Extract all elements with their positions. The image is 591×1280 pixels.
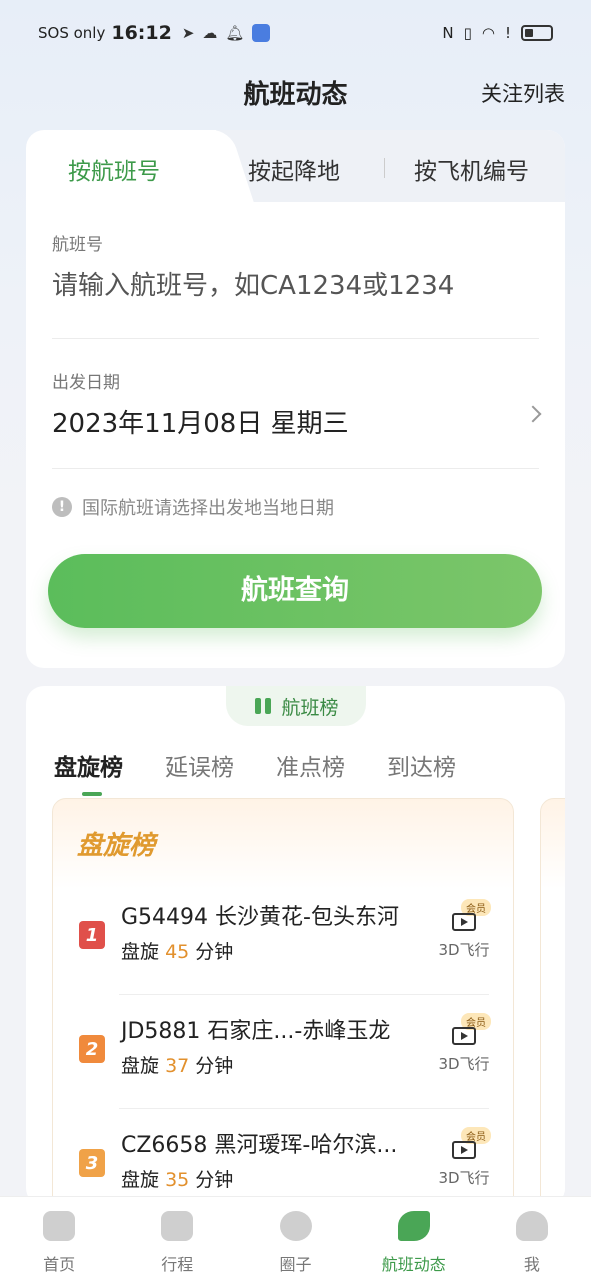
app-icon (252, 24, 271, 42)
header: 航班动态 关注列表 (0, 66, 591, 122)
nav-me[interactable]: 我 (473, 1197, 591, 1280)
nav-home[interactable]: 首页 (0, 1197, 118, 1280)
nav-flight-status[interactable]: 航班动态 (355, 1197, 473, 1280)
user-icon (515, 1211, 548, 1241)
wifi-icon: ◠ (481, 24, 495, 42)
nav-community[interactable]: 圈子 (236, 1197, 354, 1280)
flight-route: JD5881 石家庄...-赤峰玉龙 (121, 1019, 391, 1044)
battery-icon (521, 25, 553, 41)
nav-trips[interactable]: 行程 (118, 1197, 236, 1280)
vibrate-icon: ▯ (463, 24, 472, 42)
3d-label: 3D飞行 (438, 1055, 490, 1073)
search-button[interactable]: 航班查询 (48, 554, 542, 628)
plane-icon (397, 1211, 430, 1241)
rank-number: 3 (79, 1149, 105, 1177)
flight-number-field[interactable]: 航班号 请输入航班号，如CA1234或1234 (52, 230, 539, 302)
list-item[interactable]: 2 JD5881 石家庄...-赤峰玉龙 盘旋 37 分钟 会员 3D飞行 (53, 995, 515, 1109)
clock: 16:12 (111, 22, 172, 44)
video-icon (452, 1141, 476, 1159)
departure-date-field[interactable]: 出发日期 2023年11月08日 星期三 (52, 368, 539, 440)
nfc-icon: N (442, 24, 454, 42)
tab-delay[interactable]: 延误榜 (165, 748, 234, 782)
tab-arrival[interactable]: 到达榜 (387, 748, 456, 782)
luggage-icon (161, 1211, 194, 1241)
follow-list-link[interactable]: 关注列表 (481, 78, 565, 108)
tab-on-time[interactable]: 准点榜 (276, 748, 345, 782)
rank-number: 2 (79, 1035, 105, 1063)
rank-number: 1 (79, 921, 105, 949)
3d-flight-button[interactable]: 会员 3D飞行 (437, 899, 491, 960)
tab-by-aircraft[interactable]: 按飞机编号 (414, 152, 529, 186)
ranking-badge-label: 航班榜 (281, 696, 339, 719)
holding-ranking-panel: 盘旋榜 1 G54494 长沙黄花-包头东河 盘旋 45 分钟 会员 3D飞行 … (52, 798, 514, 1206)
divider (52, 338, 539, 339)
info-icon: ! (52, 497, 72, 517)
3d-flight-button[interactable]: 会员 3D飞行 (437, 1127, 491, 1188)
flight-number-label: 航班号 (52, 235, 103, 255)
nav-label: 圈子 (279, 1255, 312, 1274)
ranking-tabs: 盘旋榜 延误榜 准点榜 到达榜 (54, 748, 456, 796)
list-item[interactable]: 1 G54494 长沙黄花-包头东河 盘旋 45 分钟 会员 3D飞行 (53, 881, 515, 995)
tab-by-flight-number[interactable]: 按航班号 (68, 152, 160, 186)
3d-label: 3D飞行 (438, 941, 490, 959)
nav-label: 首页 (43, 1255, 76, 1274)
notice: ! 国际航班请选择出发地当地日期 (52, 494, 334, 520)
tab-holding[interactable]: 盘旋榜 (54, 748, 123, 796)
telegram-icon: ➤ (181, 24, 195, 42)
ranking-card: 航班榜 盘旋榜 延误榜 准点榜 到达榜 盘旋榜 1 G54494 长沙黄花-包头… (26, 686, 565, 1206)
flight-number-input[interactable]: 请输入航班号，如CA1234或1234 (52, 265, 539, 302)
panel-title: 盘旋榜 (77, 831, 156, 861)
tab-by-route[interactable]: 按起降地 (248, 152, 340, 186)
holding-time: 盘旋 35 分钟 (121, 1169, 234, 1191)
video-icon (452, 1027, 476, 1045)
3d-label: 3D飞行 (438, 1169, 490, 1187)
ranking-badge: 航班榜 (226, 686, 366, 726)
nav-label: 行程 (161, 1255, 194, 1274)
community-icon (279, 1211, 312, 1241)
departure-date-label: 出发日期 (52, 373, 120, 393)
flight-route: CZ6658 黑河瑷珲-哈尔滨... (121, 1133, 398, 1158)
bell-icon: 🔔︎ (225, 24, 245, 42)
bottom-nav: 首页 行程 圈子 航班动态 我 (0, 1196, 591, 1280)
list-item[interactable]: 3 CZ6658 黑河瑷珲-哈尔滨... 盘旋 35 分钟 会员 3D飞行 (53, 1109, 515, 1206)
home-icon (43, 1211, 76, 1241)
logo-icon (253, 696, 275, 716)
nav-label: 我 (523, 1255, 540, 1274)
holding-time: 盘旋 45 分钟 (121, 941, 234, 963)
video-icon (452, 913, 476, 931)
status-bar: SOS only 16:12 ➤ ☁ 🔔︎ N ▯ ◠ ! (0, 0, 591, 66)
flight-search-card: 按航班号 按起降地 按飞机编号 航班号 请输入航班号，如CA1234或1234 … (26, 130, 565, 668)
3d-flight-button[interactable]: 会员 3D飞行 (437, 1013, 491, 1074)
alert-icon: ! (504, 24, 511, 42)
tab-divider (384, 158, 385, 178)
holding-time: 盘旋 37 分钟 (121, 1055, 234, 1077)
chat-icon: ☁ (202, 24, 218, 42)
divider (52, 468, 539, 469)
nav-label: 航班动态 (381, 1255, 446, 1274)
notice-text: 国际航班请选择出发地当地日期 (82, 498, 334, 519)
carrier-text: SOS only (38, 24, 106, 42)
departure-date-value[interactable]: 2023年11月08日 星期三 (52, 403, 539, 440)
flight-route: G54494 长沙黄花-包头东河 (121, 905, 399, 930)
search-tabs: 按航班号 按起降地 按飞机编号 (26, 130, 565, 202)
next-panel-peek[interactable] (540, 798, 565, 1206)
